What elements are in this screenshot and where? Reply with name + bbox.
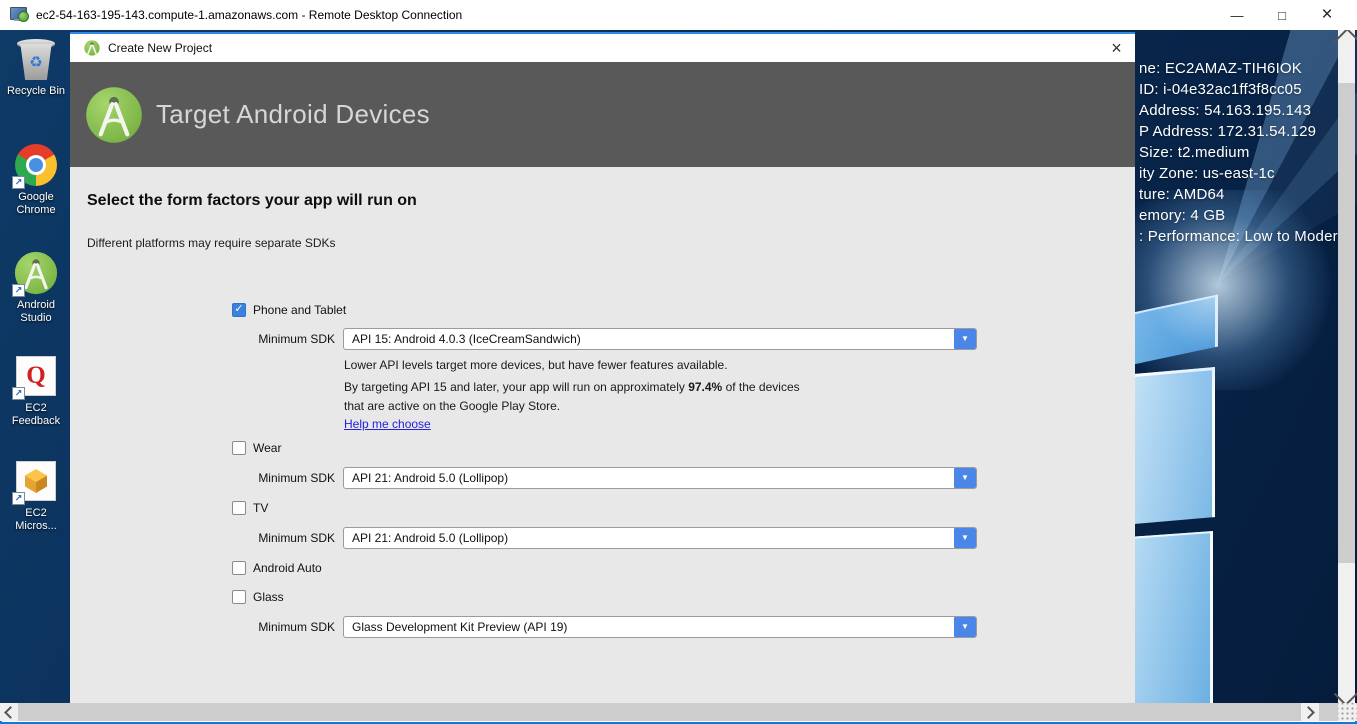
android-studio-logo-small [84,40,100,56]
desktop-icon-google-chrome[interactable]: ↗ Google Chrome [2,142,70,217]
tv-checkbox[interactable]: ✓ [232,501,246,515]
chevron-down-icon [1334,680,1357,705]
help-me-choose-link[interactable]: Help me choose [344,417,431,431]
dialog-title: Create New Project [108,34,212,62]
desktop-icon-recycle-bin[interactable]: ♻ Recycle Bin [2,36,70,98]
recycle-bin-icon: ♻ [13,36,59,82]
vertical-scrollbar[interactable] [1338,30,1355,703]
chrome-icon: ↗ [13,142,59,188]
resize-grip[interactable] [1338,703,1357,721]
shortcut-arrow-icon: ↗ [12,492,25,505]
form-subheading: Different platforms may require separate… [87,236,336,250]
dialog-titlebar[interactable]: Create New Project × [70,34,1135,62]
min-sdk-select-tv[interactable]: API 21: Android 5.0 (Lollipop) ▼ [343,527,977,549]
android-auto-checkbox[interactable]: ✓ [232,561,246,575]
android-studio-logo [85,86,143,144]
form-factor-row-glass[interactable]: ✓ Glass [232,589,284,604]
icon-label: EC2 Micros... [15,507,57,533]
ec2-feedback-icon: Q ↗ [13,353,59,399]
form-heading: Select the form factors your app will ru… [87,192,417,210]
form-factor-row-phone-tablet[interactable]: ✓ Phone and Tablet [232,302,346,317]
chevron-right-icon [1302,706,1315,719]
window-title: ec2-54-163-195-143.compute-1.amazonaws.c… [36,0,462,30]
glass-checkbox[interactable]: ✓ [232,590,246,604]
min-sdk-select-wear[interactable]: API 21: Android 5.0 (Lollipop) ▼ [343,467,977,489]
ec2-package-icon: ↗ [13,458,59,504]
api-help-line3: that are active on the Google Play Store… [344,399,560,413]
shortcut-arrow-icon: ↗ [12,176,25,189]
chevron-down-icon: ▼ [961,623,969,631]
form-factor-row-android-auto[interactable]: ✓ Android Auto [232,560,322,575]
shortcut-arrow-icon: ↗ [12,284,25,297]
chevron-left-icon [4,706,17,719]
desktop-icon-android-studio[interactable]: ↗ Android Studio [2,250,70,325]
form-factor-row-wear[interactable]: ✓ Wear [232,440,281,455]
create-new-project-dialog: Create New Project × Target Android Devi… [70,32,1135,703]
wizard-header: Target Android Devices [70,62,1135,167]
vertical-scrollbar-thumb[interactable] [1338,83,1355,563]
form-factor-row-tv[interactable]: ✓ TV [232,500,268,515]
horizontal-scrollbar[interactable] [0,703,1357,721]
chevron-down-icon: ▼ [961,335,969,343]
chevron-down-icon: ▼ [961,474,969,482]
shortcut-arrow-icon: ↗ [12,387,25,400]
rdp-titlebar: ec2-54-163-195-143.compute-1.amazonaws.c… [0,0,1357,30]
icon-label: Recycle Bin [7,85,65,98]
api-help-line2: By targeting API 15 and later, your app … [344,380,800,394]
chevron-up-icon [1334,27,1357,52]
icon-label: Android Studio [17,299,55,325]
rdp-window: ec2-54-163-195-143.compute-1.amazonaws.c… [0,0,1357,724]
icon-label: Google Chrome [16,191,55,217]
desktop-icon-ec2-microsoft[interactable]: ↗ EC2 Micros... [2,458,70,533]
dropdown-button[interactable]: ▼ [954,617,976,637]
android-studio-icon: ↗ [13,250,59,296]
dropdown-button[interactable]: ▼ [954,468,976,488]
min-sdk-label-tv: Minimum SDK [230,527,335,549]
maximize-button[interactable]: □ [1261,0,1303,30]
min-sdk-select-phone[interactable]: API 15: Android 4.0.3 (IceCreamSandwich)… [343,328,977,350]
minimize-button[interactable]: — [1216,0,1258,30]
phone-tablet-checkbox[interactable]: ✓ [232,303,246,317]
api-help-line1: Lower API levels target more devices, bu… [344,358,728,372]
chevron-down-icon: ▼ [961,534,969,542]
scroll-up-button[interactable] [1338,30,1355,47]
remote-desktop-icon [10,7,29,22]
scroll-right-button[interactable] [1301,703,1319,721]
scroll-down-button[interactable] [1338,686,1355,703]
icon-label: EC2 Feedback [12,402,60,428]
ec2-system-info: ne: EC2AMAZ-TIH6IOK ID: i-04e32ac1ff3f8c… [1139,58,1338,247]
dropdown-button[interactable]: ▼ [954,329,976,349]
checkmark-icon: ✓ [234,304,243,315]
dialog-close-button[interactable]: × [1098,34,1135,62]
min-sdk-label-glass: Minimum SDK [230,616,335,638]
min-sdk-label-wear: Minimum SDK [230,467,335,489]
wizard-step-title: Target Android Devices [156,99,430,130]
close-button[interactable]: × [1306,0,1348,30]
dropdown-button[interactable]: ▼ [954,528,976,548]
wear-checkbox[interactable]: ✓ [232,441,246,455]
desktop-icon-ec2-feedback[interactable]: Q ↗ EC2 Feedback [2,353,70,428]
min-sdk-select-glass[interactable]: Glass Development Kit Preview (API 19) ▼ [343,616,977,638]
scroll-left-button[interactable] [0,703,18,721]
cube-icon [25,469,47,493]
min-sdk-label-phone: Minimum SDK [230,328,335,350]
